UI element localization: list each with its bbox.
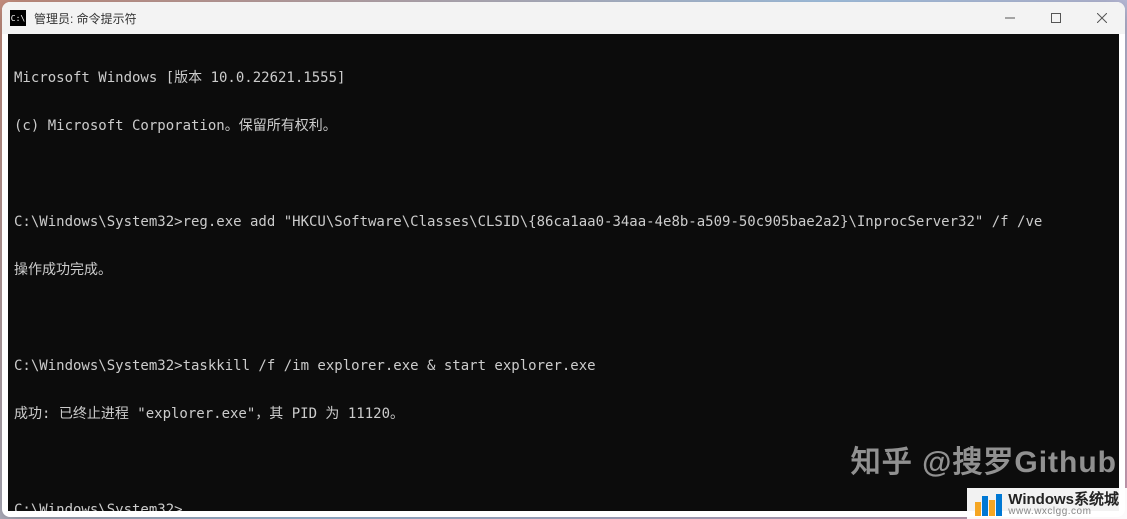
terminal-line: [14, 166, 1113, 182]
close-button[interactable]: [1079, 2, 1125, 34]
command-prompt-window: C:\ 管理员: 命令提示符 Microsoft Windows [版本 10.…: [2, 2, 1125, 517]
maximize-icon: [1051, 13, 1061, 23]
minimize-button[interactable]: [987, 2, 1033, 34]
terminal-line: C:\Windows\System32>taskkill /f /im expl…: [14, 358, 1113, 374]
maximize-button[interactable]: [1033, 2, 1079, 34]
terminal-body[interactable]: Microsoft Windows [版本 10.0.22621.1555] (…: [8, 34, 1119, 511]
terminal-line: [14, 310, 1113, 326]
cmd-icon: C:\: [10, 10, 26, 26]
minimize-icon: [1005, 13, 1015, 23]
window-title: 管理员: 命令提示符: [34, 10, 987, 27]
terminal-prompt: C:\Windows\System32>: [14, 502, 1113, 511]
window-controls: [987, 2, 1125, 34]
terminal-line: [14, 454, 1113, 470]
close-icon: [1097, 13, 1107, 23]
terminal-line: 成功: 已终止进程 "explorer.exe"，其 PID 为 11120。: [14, 406, 1113, 422]
titlebar[interactable]: C:\ 管理员: 命令提示符: [2, 2, 1125, 34]
terminal-line: Microsoft Windows [版本 10.0.22621.1555]: [14, 70, 1113, 86]
terminal-line: (c) Microsoft Corporation。保留所有权利。: [14, 118, 1113, 134]
terminal-line: C:\Windows\System32>reg.exe add "HKCU\So…: [14, 214, 1113, 230]
terminal-line: 操作成功完成。: [14, 262, 1113, 278]
